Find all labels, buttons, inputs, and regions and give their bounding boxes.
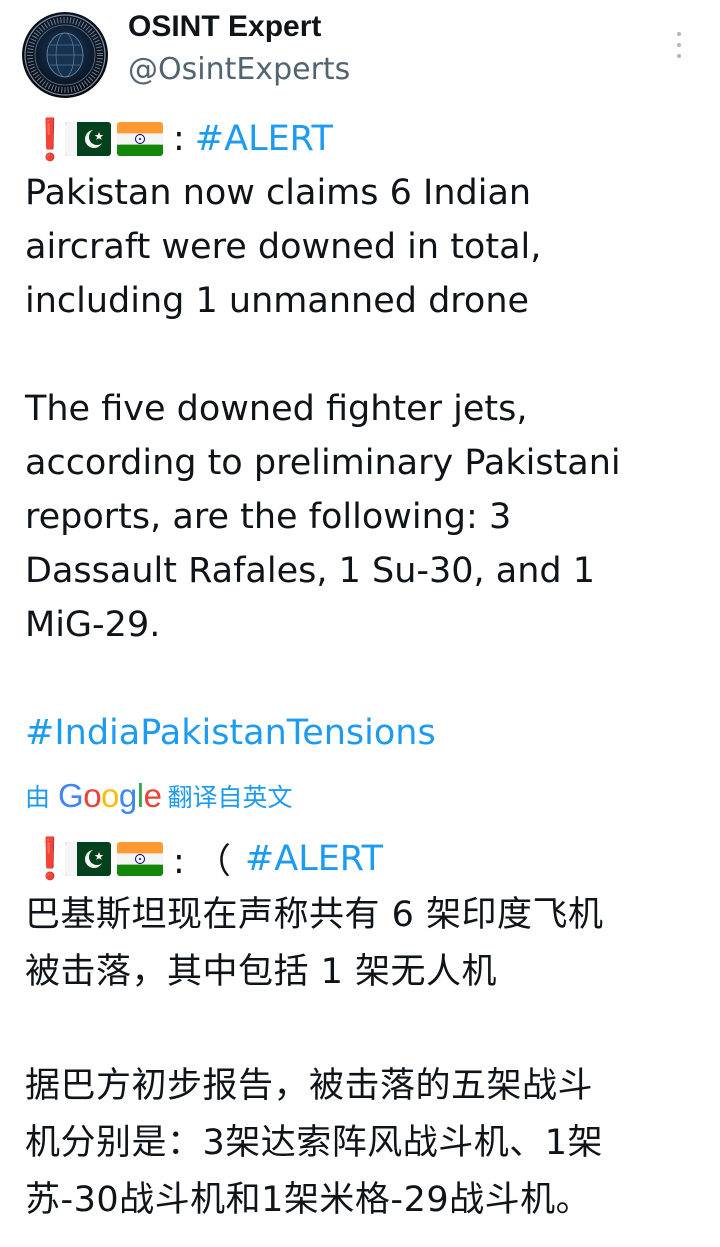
translated-tweet-text: ❗ : （ #ALERT 巴基斯坦现在声称共有 6 架印度飞机 被击落，其中包括… [25, 830, 715, 1229]
hashtag-alert-link[interactable]: #ALERT [245, 839, 383, 879]
tweet-line: Dassault Rafales, 1 Su-30, and 1 [25, 551, 596, 591]
dot-icon [677, 43, 681, 47]
tweet-line: aircraft were downed in total, [25, 227, 542, 267]
translate-prefix: 由 [25, 783, 51, 812]
translated-colon: : （ [173, 842, 231, 882]
exclamation-icon: ❗ [25, 116, 75, 163]
dot-icon [677, 32, 681, 36]
india-flag-icon [117, 841, 163, 876]
pakistan-flag-icon [65, 122, 111, 156]
tweet-header: OSINT Expert @OsintExperts [0, 0, 720, 100]
translated-alert-line: ❗ : （ #ALERT [25, 830, 715, 887]
translate-suffix: 翻译自英文 [167, 783, 293, 812]
translated-line: 机分别是：3架达索阵风战斗机、1架 [25, 1123, 604, 1163]
dot-icon [677, 54, 681, 58]
translated-by-google-button[interactable]: 由 Google 翻译自英文 [25, 772, 292, 820]
tweet-line: including 1 unmanned drone [25, 281, 530, 321]
alert-colon: : [173, 119, 185, 159]
tweet-line: Pakistan now claims 6 Indian [25, 173, 532, 213]
translated-line: 苏-30战斗机和1架米格-29战斗机。 [25, 1180, 592, 1220]
google-logo-icon: Google [58, 777, 162, 814]
tweet-line: MiG-29. [25, 605, 161, 645]
tweet-line: reports, are the following: 3 [25, 497, 512, 537]
tweet-line: according to preliminary Pakistani [25, 443, 621, 483]
exclamation-icon: ❗ [25, 836, 75, 882]
tweet-text: ❗ : #ALERT Pakistan now claims 6 Indian … [25, 112, 705, 760]
author-handle[interactable]: @OsintExperts [128, 52, 350, 87]
translated-line: 巴基斯坦现在声称共有 6 架印度飞机 [25, 895, 604, 935]
translated-line: 据巴方初步报告，被击落的五架战斗 [25, 1066, 594, 1106]
author-display-name[interactable]: OSINT Expert [128, 10, 321, 44]
tweet-line: The five downed fighter jets, [25, 389, 528, 429]
more-options-button[interactable] [664, 26, 694, 66]
hashtag-india-pakistan-link[interactable]: #IndiaPakistanTensions [25, 706, 705, 760]
alert-line: ❗ : #ALERT [25, 112, 705, 166]
india-flag-icon [117, 122, 163, 156]
translated-line: 被击落，其中包括 1 架无人机 [25, 952, 498, 992]
hashtag-alert-link[interactable]: #ALERT [195, 119, 333, 159]
osint-globe-logo-icon [24, 14, 106, 96]
pakistan-flag-icon [65, 841, 111, 876]
avatar[interactable] [22, 12, 108, 98]
